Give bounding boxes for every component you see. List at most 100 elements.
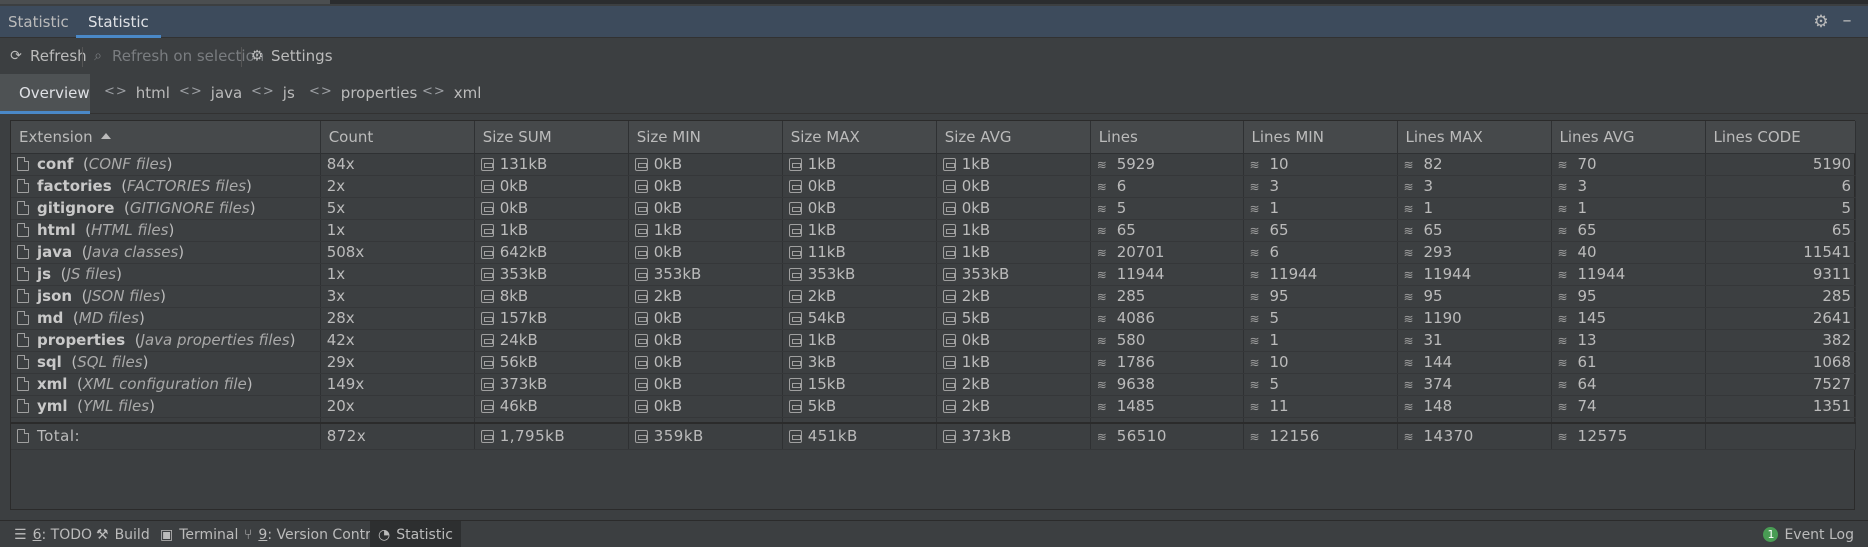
lines-avg-cell: ≋ 65 [1551, 219, 1706, 242]
layers-icon: ≋ [1249, 246, 1260, 260]
tab-xml[interactable]: <> xml [422, 74, 481, 114]
count-cell: 2x [320, 175, 475, 198]
file-size-icon [942, 158, 956, 171]
minimize-icon[interactable]: – [1838, 12, 1856, 30]
size-value: 2kB [653, 287, 683, 305]
total-label: Total: [37, 427, 81, 446]
size-value: 5kB [807, 397, 837, 415]
size-max-cell: 0kB [782, 197, 937, 220]
file-size-icon [634, 312, 648, 325]
table-row[interactable]: json (JSON files) 3x 8kB 2kB 2kB 2kB ≋ 285 ≋ 95 ≋ 9… [11, 285, 1857, 308]
size-value: 0kB [499, 177, 529, 195]
todo-button[interactable]: ☰ 6: TODO [6, 521, 100, 547]
layers-icon: ≋ [1557, 400, 1568, 414]
extension-cell: properties (Java properties files) [11, 329, 321, 352]
file-size-icon [480, 400, 494, 413]
gear-icon[interactable]: ⚙ [1812, 13, 1830, 31]
file-size-icon [942, 334, 956, 347]
size-value: 0kB [499, 199, 529, 217]
table-row[interactable]: java (Java classes) 508x 642kB 0kB 11kB 1kB ≋ 2… [11, 241, 1857, 264]
extension-cell: conf (CONF files) [11, 153, 321, 176]
statistic-button[interactable]: ◔ Statistic [370, 521, 461, 547]
tab-overview[interactable]: Overview [0, 74, 90, 114]
lines-code-cell: 5190 [1705, 153, 1857, 176]
extension-description: XML configuration file [82, 375, 247, 393]
table-row[interactable]: md (MD files) 28x 157kB 0kB 54kB 5kB ≋ 4086 ≋ 5 ≋ 1… [11, 307, 1857, 330]
extension-description: Java classes [87, 243, 179, 261]
table-row[interactable]: properties (Java properties files) 42x 24k… [11, 329, 1857, 352]
lines-avg-cell: ≋ 145 [1551, 307, 1706, 330]
size-value: 5kB [961, 309, 991, 327]
table-row[interactable]: js (JS files) 1x 353kB 353kB 353kB 353kB ≋ 1194… [11, 263, 1857, 286]
settings-button[interactable]: ⚙ Settings [249, 45, 333, 67]
event-count-badge: 1 [1763, 527, 1779, 542]
table-row[interactable]: factories (FACTORIES files) 2x 0kB 0kB 0kB 0k… [11, 175, 1857, 198]
file-size-icon [480, 334, 494, 347]
size-sum-cell: 373kB [474, 373, 629, 396]
event-log-button[interactable]: 1 Event Log [1755, 521, 1862, 547]
file-icon [17, 355, 29, 369]
terminal-icon: ▣ [160, 526, 174, 543]
total-lines-cell: ≋ 56510 [1090, 422, 1244, 450]
count-cell: 84x [320, 153, 475, 176]
extension-description: FACTORIES files [127, 177, 247, 195]
layers-icon: ≋ [1557, 378, 1568, 392]
layers-icon: ≋ [1557, 180, 1568, 194]
table-row[interactable]: sql (SQL files) 29x 56kB 0kB 3kB 1kB ≋ 1786 ≋ 10 ≋… [11, 351, 1857, 374]
terminal-button[interactable]: ▣ Terminal [152, 521, 246, 547]
lines-value: 5929 [1116, 155, 1155, 173]
tab-properties[interactable]: <> properties [309, 74, 417, 114]
tab-js[interactable]: <> js [251, 74, 295, 114]
lines-code-value: 5 [1841, 199, 1851, 217]
table-row[interactable]: yml (YML files) 20x 46kB 0kB 5kB 2kB ≋ 1485 ≋ 11 ≋… [11, 395, 1857, 418]
column-header[interactable]: Lines [1090, 121, 1244, 154]
lines-min-cell: ≋ 11944 [1243, 263, 1398, 286]
file-size-icon [788, 246, 802, 259]
total-size-min-cell: 359kB [628, 422, 783, 450]
table-row[interactable]: conf (CONF files) 84x 131kB 0kB 1kB 1kB ≋ 5929 ≋… [11, 153, 1857, 176]
column-header[interactable]: Lines MAX [1397, 121, 1552, 154]
column-header-label: Lines MAX [1405, 127, 1483, 146]
tab-html[interactable]: <> html [104, 74, 170, 114]
column-header[interactable]: Lines MIN [1243, 121, 1398, 154]
build-button[interactable]: ⚒ Build [88, 521, 158, 547]
tab-statistic[interactable]: Statistic [76, 6, 161, 38]
column-header[interactable]: Lines CODE [1705, 121, 1857, 154]
table-row[interactable]: gitignore (GITIGNORE files) 5x 0kB 0kB 0kB 0k… [11, 197, 1857, 220]
layers-icon: ≋ [1096, 202, 1107, 216]
bottom-tool-bar: ☰ 6: TODO ⚒ Build ▣ Terminal ⑂ 9: Versio… [0, 520, 1868, 547]
table-row[interactable]: xml (XML configuration file) 149x 373kB 0kB… [11, 373, 1857, 396]
lines-value: 3 [1577, 177, 1588, 195]
refresh-button[interactable]: ⟳ Refresh [8, 45, 87, 67]
size-value: 0kB [653, 243, 683, 261]
column-header[interactable]: Size MIN [628, 121, 783, 154]
lines-max-cell: ≋ 144 [1397, 351, 1552, 374]
column-header[interactable]: Size MAX [782, 121, 937, 154]
size-value: 2kB [961, 287, 991, 305]
column-header[interactable]: Lines AVG [1551, 121, 1706, 154]
layers-icon: ≋ [1249, 268, 1260, 282]
lines-value: 64 [1577, 375, 1597, 393]
layers-icon: ≋ [1557, 430, 1569, 445]
size-min-cell: 0kB [628, 307, 783, 330]
column-header-label: Lines MIN [1251, 127, 1324, 146]
size-value: 1kB [653, 221, 683, 239]
layers-icon: ≋ [1557, 202, 1568, 216]
tab-java[interactable]: <> java [179, 74, 242, 114]
layers-icon: ≋ [1403, 334, 1414, 348]
size-min-cell: 0kB [628, 373, 783, 396]
lines-avg-cell: ≋ 95 [1551, 285, 1706, 308]
version-control-button[interactable]: ⑂ 9: Version Control [236, 521, 391, 547]
lines-code-value: 382 [1822, 331, 1851, 349]
column-header[interactable]: Size AVG [936, 121, 1091, 154]
size-value: 131kB [499, 155, 548, 173]
file-size-icon [480, 246, 494, 259]
extension-description: HTML files [91, 221, 169, 239]
refresh-on-selection-button[interactable]: ⌕ Refresh on selection [90, 45, 264, 67]
column-header[interactable]: Size SUM [474, 121, 629, 154]
size-value: 0kB [653, 397, 683, 415]
file-icon [17, 333, 29, 347]
column-header[interactable]: Count [320, 121, 475, 154]
table-row[interactable]: html (HTML files) 1x 1kB 1kB 1kB 1kB ≋ 65 ≋ 65 ≋ 65… [11, 219, 1857, 242]
column-header[interactable]: Extension [11, 121, 321, 154]
